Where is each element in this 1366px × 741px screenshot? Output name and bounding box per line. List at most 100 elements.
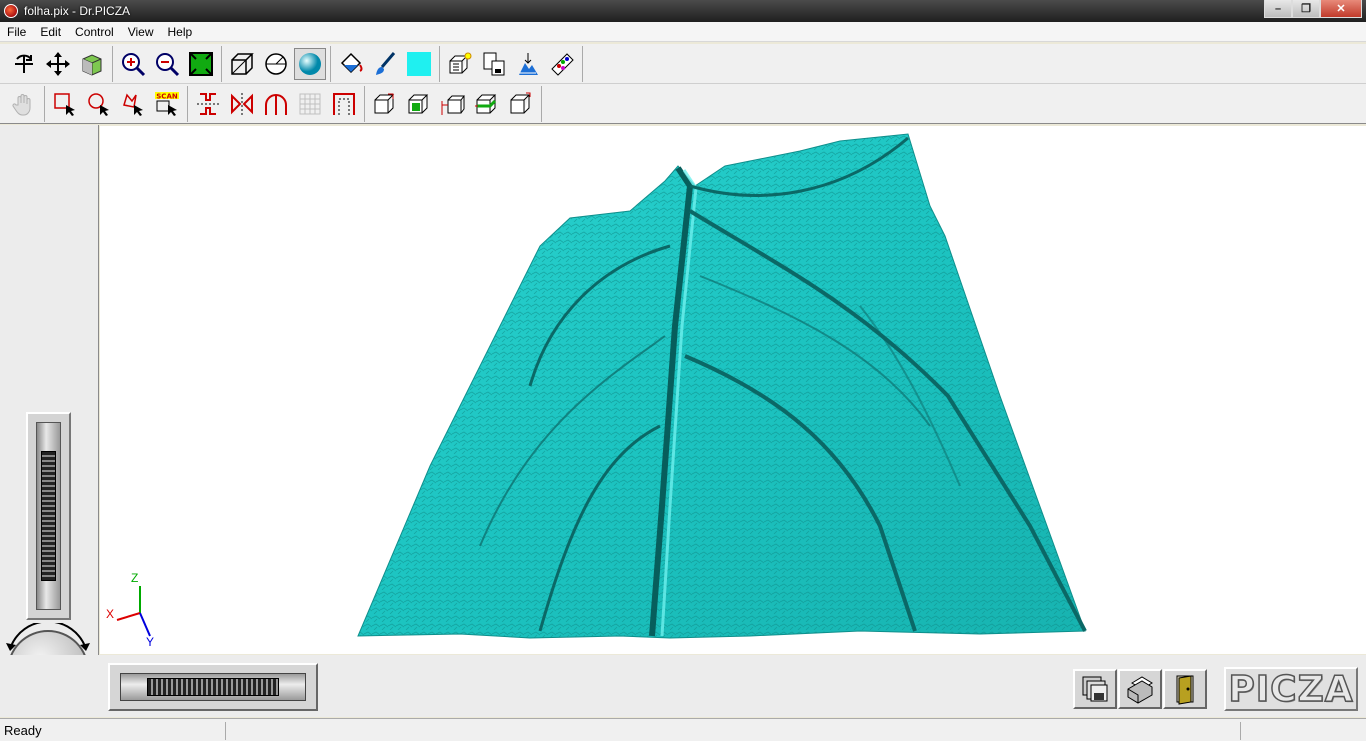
maximize-button[interactable]: ❐ <box>1292 0 1320 18</box>
box-side-icon <box>408 94 429 113</box>
svg-text:SCAN: SCAN <box>156 92 178 100</box>
wireframe-box-button[interactable] <box>226 48 258 80</box>
brush-icon <box>376 51 396 75</box>
menu-control[interactable]: Control <box>68 25 121 39</box>
lasso-select-button[interactable] <box>117 88 149 120</box>
copy-export-icon <box>483 52 505 75</box>
menu-bar: File Edit Control View Help <box>0 22 1366 42</box>
menu-view[interactable]: View <box>121 25 161 39</box>
menu-help[interactable]: Help <box>161 25 200 39</box>
rect-select-button[interactable] <box>49 88 81 120</box>
texture-map-button[interactable] <box>512 48 544 80</box>
lasso-select-icon <box>123 92 143 116</box>
main-toolbar <box>0 44 1366 84</box>
print-button[interactable] <box>1118 669 1162 709</box>
box-front-icon <box>374 93 395 113</box>
save-button[interactable] <box>1073 669 1117 709</box>
rect-select-icon <box>54 92 75 116</box>
wireframe-sphere-button[interactable] <box>260 48 292 80</box>
toolbar-group-transform <box>188 85 365 122</box>
flip-vertical-button[interactable] <box>192 88 224 120</box>
toolbar-group-render <box>222 45 331 82</box>
menu-edit[interactable]: Edit <box>33 25 68 39</box>
y-axis-label: Y <box>146 635 154 649</box>
picza-logo: PICZA <box>1224 667 1358 711</box>
box-slice-button[interactable] <box>471 88 503 120</box>
scan-select-button[interactable]: SCAN <box>151 88 183 120</box>
save-disk-icon <box>1082 676 1108 702</box>
left-control-panel <box>0 125 99 712</box>
brush-button[interactable] <box>369 48 401 80</box>
close-button[interactable]: ✕ <box>1320 0 1362 18</box>
toolbar-group-box <box>365 85 542 122</box>
box-side-button[interactable] <box>403 88 435 120</box>
title-bar: folha.pix - Dr.PICZA – ❐ ✕ <box>0 0 1366 22</box>
texture-map-icon <box>519 52 538 75</box>
3d-viewport[interactable]: Z X Y <box>100 126 1366 654</box>
move-icon <box>46 51 70 76</box>
hand-pan-icon <box>12 93 31 115</box>
shaded-sphere-icon <box>299 52 321 75</box>
color-swatch-button[interactable] <box>403 48 435 80</box>
shaded-sphere-button[interactable] <box>294 47 326 80</box>
hslider-thumb-wheel[interactable] <box>147 678 279 696</box>
box-slice-icon <box>475 94 497 113</box>
zoom-out-button[interactable] <box>151 48 183 80</box>
status-divider <box>1240 722 1241 740</box>
crop-frame-button[interactable] <box>328 88 360 120</box>
cube-color-icon <box>82 53 102 76</box>
palette-button[interactable] <box>546 48 578 80</box>
zoom-out-icon <box>156 52 180 76</box>
wireframe-box-icon <box>231 52 254 75</box>
horizontal-rotate-slider[interactable] <box>108 663 318 711</box>
slider-thumb-wheel[interactable] <box>41 451 56 581</box>
slider-track <box>36 422 61 610</box>
zoom-in-icon <box>122 52 146 76</box>
exit-door-icon <box>1176 675 1194 705</box>
app-icon <box>4 4 18 18</box>
toolbar-group-tools <box>440 45 583 82</box>
status-text: Ready <box>4 722 42 738</box>
fit-view-button[interactable] <box>185 48 217 80</box>
print-icon <box>1127 676 1153 704</box>
fill-bucket-icon <box>340 52 363 73</box>
copy-export-button[interactable] <box>478 48 510 80</box>
toolbar-group-navigate <box>4 45 113 82</box>
rotate-icon <box>15 54 33 73</box>
rotate-button[interactable] <box>8 48 40 80</box>
minimize-button[interactable]: – <box>1264 0 1292 18</box>
arch-icon <box>265 93 287 115</box>
hand-pan-button[interactable] <box>8 88 40 120</box>
z-axis-label: Z <box>131 571 138 585</box>
light-box-button[interactable] <box>444 48 476 80</box>
toolbar-group-pan <box>4 85 45 122</box>
circle-select-icon <box>88 92 109 116</box>
box-scale-button[interactable] <box>437 88 469 120</box>
status-divider <box>225 722 226 740</box>
box-front-button[interactable] <box>369 88 401 120</box>
light-box-icon <box>449 52 472 73</box>
move-button[interactable] <box>42 48 74 80</box>
box-top-button[interactable] <box>505 88 537 120</box>
exit-button[interactable] <box>1163 669 1207 709</box>
zoom-in-button[interactable] <box>117 48 149 80</box>
fill-bucket-button[interactable] <box>335 48 367 80</box>
toolbar-group-paint <box>331 45 440 82</box>
grid-button[interactable] <box>294 88 326 120</box>
box-scale-icon <box>441 95 465 115</box>
menu-file[interactable]: File <box>0 25 33 39</box>
surface-canvas[interactable]: Z X Y <box>100 126 1366 654</box>
x-axis-label: X <box>106 607 114 621</box>
palette-icon <box>551 52 574 76</box>
selection-toolbar: SCAN <box>0 84 1366 124</box>
vertical-zoom-slider[interactable] <box>26 412 71 620</box>
bottom-control-bar: PICZA <box>0 655 1366 717</box>
arch-button[interactable] <box>260 88 292 120</box>
hslider-track <box>120 673 306 701</box>
cube-color-button[interactable] <box>76 48 108 80</box>
box-top-icon <box>510 92 531 113</box>
flip-horizontal-button[interactable] <box>226 88 258 120</box>
window-controls: – ❐ ✕ <box>1264 0 1362 18</box>
circle-select-button[interactable] <box>83 88 115 120</box>
wireframe-sphere-icon <box>265 52 287 75</box>
